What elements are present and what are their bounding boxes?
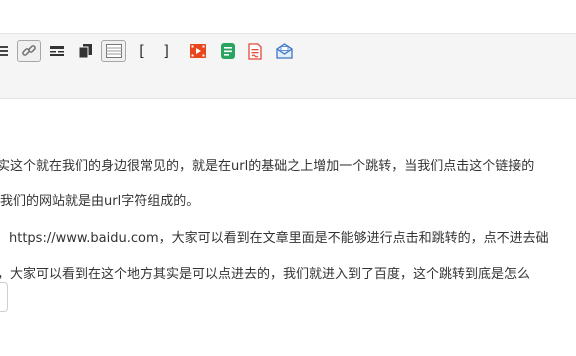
copy-icon[interactable]	[76, 40, 94, 62]
link-icon[interactable]	[17, 40, 41, 62]
paragraph-line-3: https://www.baidu.com，大家可以看到在文章里面是不能够进行点…	[9, 231, 549, 246]
bracket-right-icon[interactable]: ]	[159, 40, 173, 62]
paragraph-line-1: 实这个就在我们的身边很常见的，就是在url的基础之上增加一个跳转，当我们点击这个…	[0, 159, 535, 174]
video-icon[interactable]	[188, 40, 208, 62]
side-panel-edge[interactable]	[0, 282, 8, 312]
document-red-icon[interactable]	[245, 40, 265, 62]
list-icon[interactable]	[0, 40, 11, 62]
document-green-icon[interactable]	[218, 40, 238, 62]
paragraph-line-2: 我们的网站就是由url字符组成的。	[0, 194, 200, 209]
editor-content[interactable]	[0, 99, 576, 356]
paragraph-line-4: ，大家可以看到在这个地方其实是可以点进去的，我们就进入到了百度，这个跳转到底是怎…	[0, 267, 531, 282]
bracket-left-icon[interactable]: [	[135, 40, 149, 62]
mail-icon[interactable]	[273, 40, 295, 62]
table-icon[interactable]	[101, 40, 126, 62]
divider-icon[interactable]	[48, 40, 66, 62]
top-bar	[0, 0, 576, 34]
